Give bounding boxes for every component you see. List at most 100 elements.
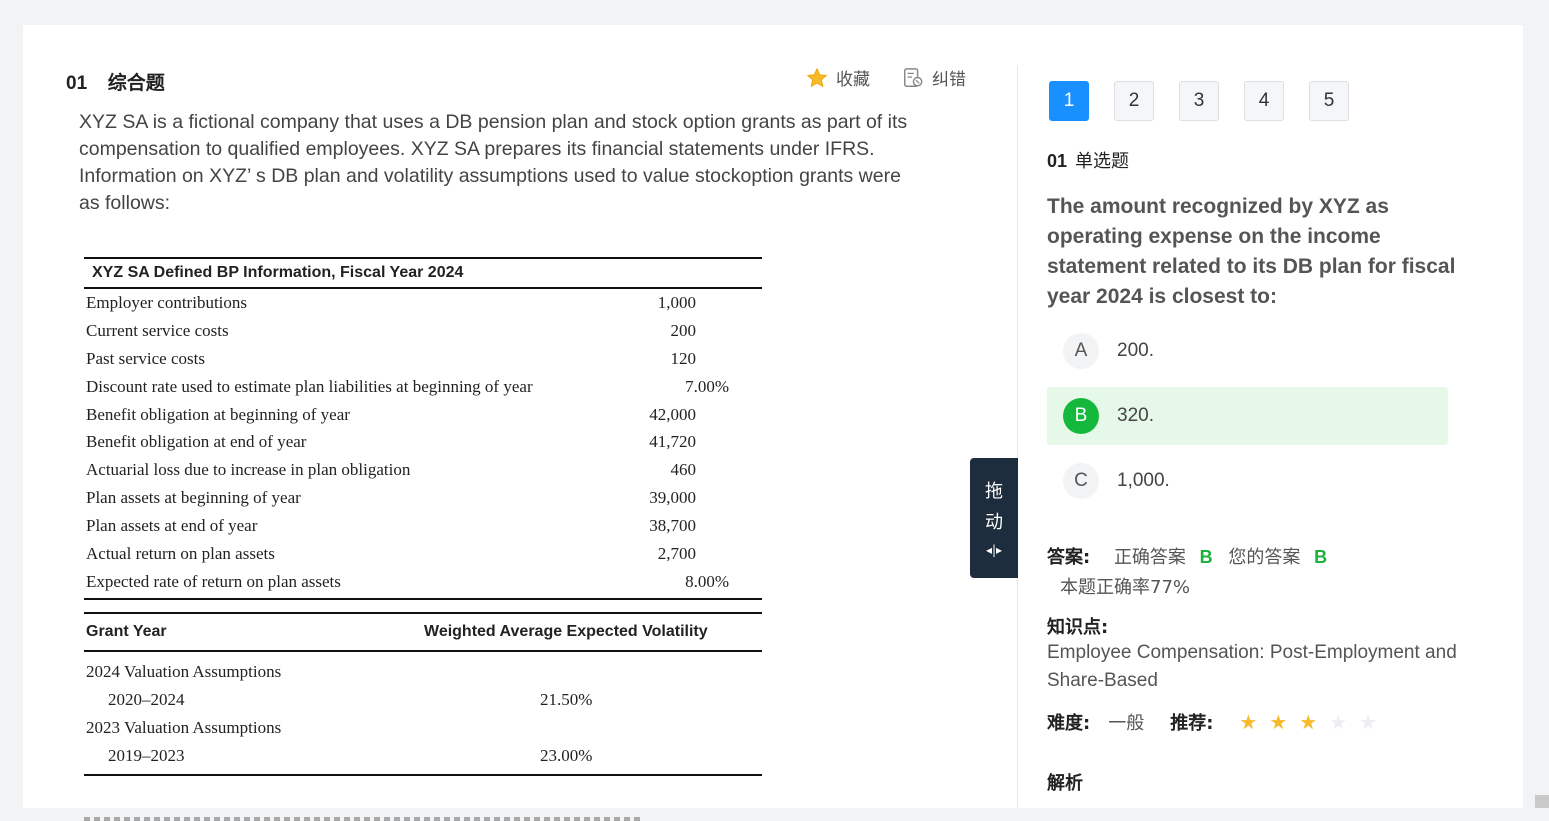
star-icon: ★ (1299, 710, 1318, 734)
knowledge-point-text: Employee Compensation: Post-Employment a… (1047, 642, 1457, 691)
table-row: Actual return on plan assets 2,700 (84, 540, 762, 568)
table2-body: 2024 Valuation Assumptions 2020–2024 21.50… (84, 658, 762, 770)
my-answer-label: 您的答案 (1228, 547, 1301, 568)
star-icon: ★ (1359, 710, 1378, 734)
resize-arrows-icon: ◂|▸ (985, 543, 1003, 557)
report-error-button[interactable]: 纠错 (902, 65, 966, 90)
table2-col-volatility: Weighted Average Expected Volatility (424, 622, 708, 640)
star-icon: ★ (1329, 710, 1348, 734)
row-value: 200 (670, 320, 697, 340)
table1-title: XYZ SA Defined BP Information, Fiscal Ye… (92, 264, 464, 281)
row-value: 21.50% (540, 689, 593, 709)
row-value: 41,720 (649, 432, 696, 452)
favorite-label: 收藏 (836, 70, 870, 90)
table-row: Discount rate used to estimate plan liab… (84, 373, 762, 401)
correct-rate: 本题正确率77% (1060, 577, 1191, 598)
row-label: Actual return on plan assets (86, 544, 275, 564)
option-c[interactable]: C 1,000. (1047, 452, 1448, 510)
row-value: 2,700 (657, 544, 696, 564)
star-icon (806, 67, 828, 87)
analysis-label: 解析 (1047, 773, 1083, 794)
report-label: 纠错 (932, 70, 966, 90)
table2-header: Grant Year Weighted Average Expected Vol… (84, 614, 762, 650)
question-nav-button[interactable]: 5 (1309, 81, 1349, 121)
row-label: Expected rate of return on plan assets (86, 571, 341, 591)
row-value: 7.00% (685, 376, 729, 396)
question-card: 01 综合题 收藏 纠错 XYZ SA is a fictional compa… (23, 25, 1523, 821)
star-icon: ★ (1269, 710, 1288, 734)
difficulty-label: 难度: (1047, 713, 1091, 734)
row-value: 460 (670, 460, 697, 480)
table-row: 2019–2023 23.00% (84, 742, 762, 770)
stem-line: Information on XYZ’ s DB plan and volati… (79, 165, 901, 187)
question-type: 综合题 (107, 72, 165, 94)
table-row: 2020–2024 21.50% (84, 686, 762, 714)
question-nav: 12345 (1049, 81, 1349, 121)
question-nav-button[interactable]: 4 (1244, 81, 1284, 121)
question-nav-button[interactable]: 1 (1049, 81, 1089, 121)
stem-line: compensation to qualified employees. XYZ… (79, 138, 875, 160)
knowledge-point-label: 知识点: (1047, 617, 1109, 638)
table-row: Expected rate of return on plan assets 8.… (84, 568, 762, 596)
drag-handle[interactable]: 拖 动 ◂|▸ (970, 458, 1018, 578)
question-nav-button[interactable]: 2 (1114, 81, 1154, 121)
table-row: Employer contributions 1,000 (84, 289, 762, 317)
my-answer-value: B (1314, 547, 1328, 567)
row-label: 2024 Valuation Assumptions (86, 661, 282, 681)
table-row: Current service costs 200 (84, 317, 762, 345)
row-label: Benefit obligation at beginning of year (86, 404, 350, 424)
drag-label-2: 动 (985, 512, 1003, 533)
table1-body: Employer contributions 1,000 Current servi… (84, 289, 762, 596)
table-row: Benefit obligation at end of year 41,720 (84, 428, 762, 456)
recommend-stars: ★ ★ ★ ★ ★ (1239, 710, 1377, 734)
option-letter: C (1063, 463, 1099, 499)
row-value: 8.00% (685, 571, 729, 591)
table-row: Past service costs 120 (84, 345, 762, 373)
option-letter: A (1063, 333, 1099, 369)
sub-question-header: 01 单选题 (1047, 147, 1129, 173)
answer-line: 答案: 正确答案 B 您的答案 B (1047, 543, 1337, 569)
sub-question-type: 单选题 (1075, 151, 1130, 172)
stem-line: as follows: (79, 192, 171, 214)
pane-divider (1017, 65, 1018, 808)
stem-line: XYZ SA is a fictional company that uses … (79, 111, 908, 133)
correct-answer-label: 正确答案 (1113, 547, 1186, 568)
row-value: 39,000 (649, 488, 696, 508)
difficulty-row: 难度: 一般 推荐: ★ ★ ★ ★ ★ (1047, 709, 1377, 735)
row-label: 2023 Valuation Assumptions (86, 717, 282, 737)
row-label: Employer contributions (86, 293, 248, 312)
option-b[interactable]: B 320. (1047, 387, 1448, 445)
scrollbar-corner[interactable] (1535, 795, 1549, 808)
stem-tables: XYZ SA Defined BP Information, Fiscal Ye… (84, 257, 762, 776)
report-icon (904, 67, 923, 87)
row-label: 2019–2023 (108, 745, 185, 765)
row-label: Plan assets at end of year (86, 516, 258, 536)
option-text: 200. (1117, 340, 1154, 361)
option-text: 320. (1117, 405, 1154, 426)
option-a[interactable]: A 200. (1047, 322, 1448, 380)
row-label: Discount rate used to estimate plan liab… (86, 376, 533, 396)
table-row: 2023 Valuation Assumptions (84, 714, 762, 742)
row-label: Benefit obligation at end of year (86, 432, 307, 452)
row-label: 2020–2024 (108, 689, 185, 709)
table-row: 2024 Valuation Assumptions (84, 658, 762, 686)
favorite-button[interactable]: 收藏 (806, 65, 870, 90)
question-header: 01 综合题 (66, 68, 165, 95)
table-row: Actuarial loss due to increase in plan o… (84, 456, 762, 484)
sub-question-text: The amount recognized by XYZ as operatin… (1047, 195, 1456, 308)
recommend-label: 推荐: (1170, 713, 1214, 734)
correct-answer-value: B (1199, 547, 1213, 567)
row-value: 38,700 (649, 516, 696, 536)
sub-question-number: 01 (1047, 151, 1068, 171)
row-value: 1,000 (657, 293, 696, 312)
question-stem: XYZ SA is a fictional company that uses … (79, 109, 959, 217)
row-value: 23.00% (540, 745, 593, 765)
row-label: Past service costs (86, 348, 205, 368)
row-value: 42,000 (649, 404, 696, 424)
difficulty-value: 一般 (1108, 713, 1145, 734)
table2-col-grant-year: Grant Year (86, 622, 167, 640)
question-nav-button[interactable]: 3 (1179, 81, 1219, 121)
option-text: 1,000. (1117, 470, 1170, 491)
star-icon: ★ (1239, 710, 1258, 734)
truncated-text-line (84, 817, 644, 821)
